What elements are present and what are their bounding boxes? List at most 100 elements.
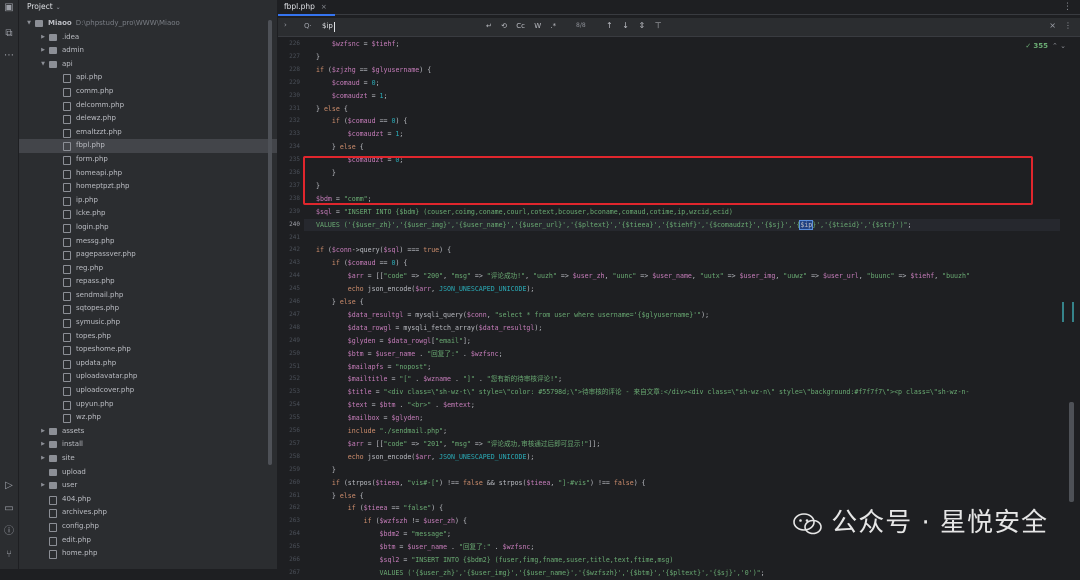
inspection-widget[interactable]: ✓ 355 ⌃ ⌄ [1025,42,1066,50]
terminal-tool-icon[interactable]: ▭ [3,503,15,515]
code-line[interactable]: if ($conn->query($sql) === true) { [316,244,451,257]
tree-file[interactable]: delcomm.php [19,99,277,113]
tree-folder[interactable]: ▼ Miaoo D:\phpstudy_pro\WWW\Miaoo [19,17,277,31]
tab-fbpl[interactable]: fbpl.php × [278,0,335,16]
chevron-right-icon[interactable]: › [284,21,287,29]
tree-folder[interactable]: ▶ site [19,452,277,466]
tree-file[interactable]: upyun.php [19,398,277,412]
code-editor[interactable]: 226 $wzfsnc = $tiehf; 227} 228 if ($zjzhg =… [278,38,1080,577]
tree-folder[interactable]: upload [19,466,277,480]
chevron-right-icon[interactable]: ▶ [39,31,47,45]
history-icon[interactable]: ⟲ [501,22,507,30]
chevron-right-icon[interactable]: ▶ [39,438,47,452]
tree-file[interactable]: login.php [19,221,277,235]
close-find-icon[interactable]: × [1049,21,1056,30]
tree-folder[interactable]: ▶ .idea [19,31,277,45]
code-line[interactable]: if ($tieea == "false") { [316,502,443,515]
tree-file[interactable]: homeapi.php [19,167,277,181]
chevron-right-icon[interactable]: ▶ [39,479,47,493]
code-line[interactable]: } [316,464,336,477]
search-icon[interactable]: Q· [304,22,312,30]
tree-file[interactable]: topeshome.php [19,343,277,357]
tree-file[interactable]: homeptpzt.php [19,180,277,194]
code-line[interactable]: $data_rowgl = mysqli_fetch_array($data_r… [316,322,543,335]
tree-file[interactable]: sqtopes.php [19,302,277,316]
tree-file[interactable]: 404.php [19,493,277,507]
tree-file[interactable]: reg.php [19,262,277,276]
tree-file[interactable]: uploadcover.php [19,384,277,398]
editor-scrollbar[interactable] [1069,402,1074,502]
tree-file[interactable]: messg.php [19,235,277,249]
code-line[interactable]: } else { [316,296,364,309]
code-line[interactable]: $comaudzt = 0; [316,154,404,167]
chevron-right-icon[interactable]: ▶ [39,452,47,466]
search-input[interactable]: $ip [322,22,333,30]
code-line[interactable]: if ($wzfszh != $user_zh) { [316,515,467,528]
project-tool-icon[interactable]: ▣ [3,2,15,14]
code-line[interactable]: } [316,180,320,193]
tree-file[interactable]: config.php [19,520,277,534]
git-tool-icon[interactable]: ⑂ [3,549,15,561]
code-line[interactable]: include "./sendmail.php"; [316,425,447,438]
close-icon[interactable]: × [321,3,327,11]
tree-folder[interactable]: ▼ api [19,58,277,72]
previous-match-icon[interactable]: ↑ [606,21,613,30]
code-line[interactable]: $sql = "INSERT INTO {$bdm} (couser,coimg… [316,206,733,219]
regex-button[interactable]: .* [550,22,556,30]
code-line[interactable]: $comaudzt = 1; [316,128,404,141]
chevron-down-icon[interactable]: ⌄ [56,4,61,11]
code-line[interactable]: if ($comaud == 0) { [316,115,408,128]
chevron-right-icon[interactable]: ▶ [39,425,47,439]
tree-file[interactable]: delewz.php [19,112,277,126]
code-line[interactable]: if ($zjzhg == $glyusername) { [316,64,431,77]
tree-file[interactable]: topes.php [19,330,277,344]
code-line[interactable]: $wzfsnc = $tiehf; [316,38,400,51]
tree-file[interactable]: ip.php [19,194,277,208]
filter-icon[interactable]: ⊤ [655,21,662,30]
tree-file[interactable]: home.php [19,547,277,561]
code-line[interactable]: $arr = [["code" => "201", "msg" => "评论成功… [316,438,601,451]
whole-word-button[interactable]: W [534,22,541,30]
code-line[interactable]: $bdm = "comm"; [316,193,372,206]
tree-file[interactable]: archives.php [19,506,277,520]
tree-folder[interactable]: ▶ admin [19,44,277,58]
code-line[interactable]: if (strpos($tieea, "vis#-[") !== false &… [316,477,646,490]
code-line[interactable]: $glyden = $data_rowgl["email"]; [316,335,471,348]
tree-file[interactable]: fbpl.php [19,139,277,153]
tree-file[interactable]: sendmail.php [19,289,277,303]
structure-tool-icon[interactable]: ⧉ [3,28,15,40]
code-line[interactable]: } [316,51,320,64]
code-line[interactable]: $comaudzt = 1; [316,90,388,103]
tree-file[interactable]: lcke.php [19,207,277,221]
tree-file[interactable]: api.php [19,71,277,85]
code-line[interactable]: $data_resultgl = mysqli_query($conn, "se… [316,309,709,322]
tree-file[interactable]: symusic.php [19,316,277,330]
more-icon[interactable]: ⋮ [1063,0,1072,14]
code-line[interactable]: if ($comaud == 0) { [316,257,408,270]
code-line[interactable]: $mailbox = $glyden; [316,412,423,425]
code-line[interactable]: } [316,167,336,180]
chevron-down-icon[interactable]: ▼ [39,58,47,72]
problems-tool-icon[interactable]: ⓘ [3,526,15,538]
code-line[interactable]: $arr = [["code" => "200", "msg" => "评论成功… [316,270,970,283]
find-more-icon[interactable]: ⋮ [1064,21,1072,30]
project-scrollbar[interactable] [268,20,272,465]
code-line[interactable]: $title = "<div class=\"sh-wz-t\" style=\… [316,386,970,399]
inspection-arrows-icon[interactable]: ⌃ ⌄ [1052,42,1066,50]
code-line[interactable]: $sql2 = "INSERT INTO {$bdm2} (fuser,fimg… [316,554,674,567]
select-all-icon[interactable]: ⇕ [639,21,646,30]
tree-file[interactable]: updata.php [19,357,277,371]
code-line[interactable]: $btm = $user_name . "回复了:" . $wzfsnc; [316,348,503,361]
code-line[interactable]: $text = $btm . "<br>" . $emtext; [316,399,475,412]
tree-folder[interactable]: ▶ user [19,479,277,493]
tree-file[interactable]: uploadavatar.php [19,370,277,384]
tree-file[interactable]: form.php [19,153,277,167]
code-line[interactable]: $comaud = 0; [316,77,380,90]
tree-file[interactable]: pagepassver.php [19,248,277,262]
code-line[interactable]: } else { [316,103,348,116]
code-line[interactable]: } else { [316,141,364,154]
chevron-right-icon[interactable]: ▶ [39,44,47,58]
tree-file[interactable]: wz.php [19,411,277,425]
chevron-down-icon[interactable]: ▼ [25,17,33,31]
tree-file[interactable]: emaltzzt.php [19,126,277,140]
